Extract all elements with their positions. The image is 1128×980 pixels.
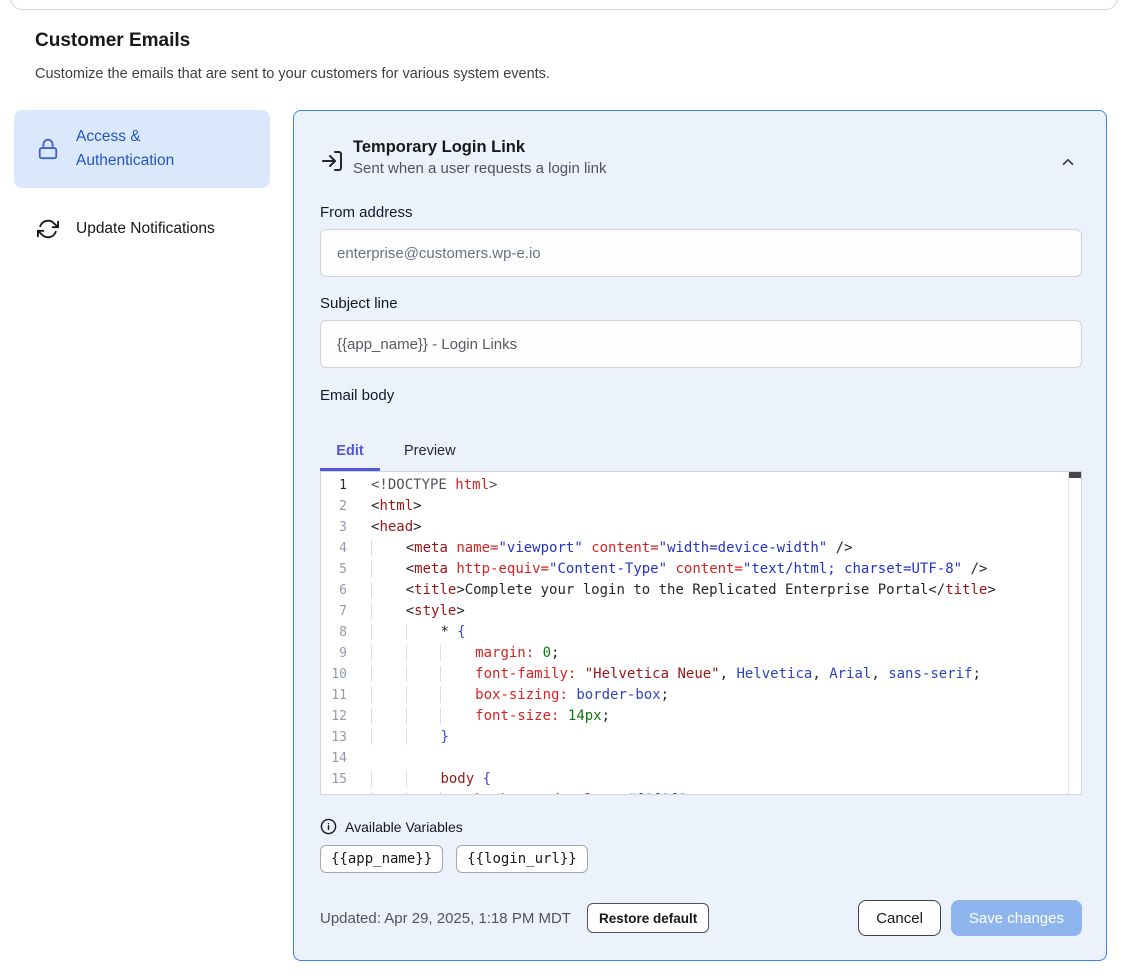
login-icon [320,149,344,173]
chevron-up-icon [1059,153,1079,171]
sidebar-item-access-authentication[interactable]: Access & Authentication [14,110,270,188]
previous-card-edge [10,0,1118,10]
line-number: 5 [321,559,371,580]
variable-chips: {{app_name}} {{login_url}} [320,845,1082,873]
code-line: font-size: 14px; [371,706,1081,727]
email-settings-panel: Temporary Login Link Sent when a user re… [293,110,1107,961]
line-number: 7 [321,601,371,622]
code-line [371,748,1081,769]
line-number: 4 [321,538,371,559]
line-number: 11 [321,685,371,706]
code-editor[interactable]: 12345678910111213141516 <!DOCTYPE html><… [320,471,1082,795]
sidebar-item-label: Access & Authentication [76,125,226,173]
code-line: <meta name="viewport" content="width=dev… [371,538,1081,559]
editor-scrollbar[interactable] [1068,472,1081,794]
code-line: <style> [371,601,1081,622]
line-number: 2 [321,496,371,517]
updated-timestamp: Updated: Apr 29, 2025, 1:18 PM MDT [320,910,571,927]
code-line: } [371,727,1081,748]
panel-subtitle: Sent when a user requests a login link [353,160,606,177]
sidebar-item-update-notifications[interactable]: Update Notifications [14,212,270,246]
tab-preview[interactable]: Preview [380,430,480,471]
email-body-label: Email body [320,387,1082,404]
code-line: <html> [371,496,1081,517]
sidebar-item-label: Update Notifications [76,217,215,241]
panel-header: Temporary Login Link Sent when a user re… [320,138,1082,177]
line-number: 16 [321,790,371,795]
code-line: <!DOCTYPE html> [371,475,1081,496]
line-number: 10 [321,664,371,685]
page-title: Customer Emails [35,30,190,52]
line-number: 15 [321,769,371,790]
line-number: 6 [321,580,371,601]
restore-default-button[interactable]: Restore default [587,903,709,933]
panel-title: Temporary Login Link [353,138,606,157]
subject-line-input[interactable] [320,320,1082,368]
from-address-input[interactable] [320,229,1082,277]
editor-tabs: Edit Preview [320,430,1082,471]
tab-edit[interactable]: Edit [320,430,380,471]
panel-footer: Updated: Apr 29, 2025, 1:18 PM MDT Resto… [320,900,1082,936]
line-number: 9 [321,643,371,664]
customer-emails-page: Customer Emails Customize the emails tha… [0,0,1128,980]
info-icon [320,818,337,835]
code-line: margin: 0; [371,643,1081,664]
from-address-label: From address [320,204,1082,221]
scrollbar-thumb[interactable] [1069,472,1081,478]
code-line: * { [371,622,1081,643]
code-line: <title>Complete your login to the Replic… [371,580,1081,601]
editor-code[interactable]: <!DOCTYPE html><html><head> <meta name="… [371,472,1081,794]
code-line: <meta http-equiv="Content-Type" content=… [371,559,1081,580]
code-line: box-sizing: border-box; [371,685,1081,706]
sidebar: Access & Authentication Update Notificat… [14,110,270,246]
line-number: 1 [321,475,371,496]
variable-chip[interactable]: {{login_url}} [456,845,588,873]
available-variables-label: Available Variables [345,819,463,835]
code-line: background-color: #f6f6f6; [371,790,1081,794]
code-line: font-family: "Helvetica Neue", Helvetica… [371,664,1081,685]
available-variables-row: Available Variables [320,818,1082,835]
refresh-icon [36,217,60,241]
variable-chip[interactable]: {{app_name}} [320,845,443,873]
cancel-button[interactable]: Cancel [858,900,941,936]
line-number: 12 [321,706,371,727]
lock-icon [36,137,60,161]
panel-header-text: Temporary Login Link Sent when a user re… [353,138,606,177]
line-number: 14 [321,748,371,769]
line-number: 13 [321,727,371,748]
code-line: <head> [371,517,1081,538]
line-number: 3 [321,517,371,538]
page-subtitle: Customize the emails that are sent to yo… [35,66,550,82]
collapse-button[interactable] [1059,152,1079,172]
save-changes-button[interactable]: Save changes [951,900,1082,936]
editor-gutter: 12345678910111213141516 [321,472,371,794]
line-number: 8 [321,622,371,643]
subject-line-label: Subject line [320,295,1082,312]
code-line: body { [371,769,1081,790]
